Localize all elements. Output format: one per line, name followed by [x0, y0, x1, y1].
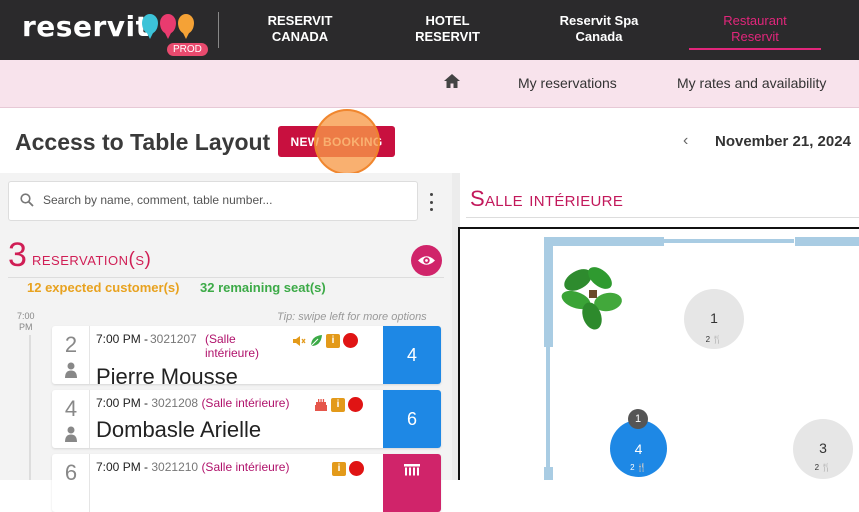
person-icon	[65, 426, 77, 442]
my-reservations-link[interactable]: My reservations	[518, 75, 617, 91]
status-red-icon	[349, 461, 364, 476]
reservation-label: reservation(s)	[32, 249, 152, 270]
wall-segment	[544, 467, 553, 480]
status-red-icon	[343, 333, 358, 348]
reservit-logo[interactable]: reservit	[22, 10, 150, 43]
wall-segment	[664, 239, 794, 243]
guest-name: Pierre Mousse	[96, 364, 238, 384]
floor-table[interactable]: 3 2 🍴	[793, 419, 853, 479]
covers-count: 4	[64, 396, 78, 421]
reservation-card[interactable]: 4 7:00 PM - 3021208 (Salle intérieure) D…	[52, 390, 441, 448]
touch-indicator	[314, 109, 380, 175]
more-options-icon[interactable]	[428, 193, 434, 211]
spa-pin-icon	[160, 14, 176, 39]
nav-item-restaurant-reservit[interactable]: Restaurant Reservit	[689, 13, 821, 50]
home-icon[interactable]	[444, 74, 460, 88]
search-placeholder: Search by name, comment, table number...	[43, 193, 273, 207]
info-icon: i	[331, 397, 345, 412]
reservation-time: 7:00 PM -	[96, 332, 149, 346]
covers-count: 6	[64, 460, 78, 485]
wall-segment	[544, 237, 664, 246]
remaining-seats: 32 remaining seat(s)	[200, 280, 326, 295]
search-icon	[20, 193, 34, 207]
expected-customers: 12 expected customer(s)	[27, 280, 180, 295]
table-assignment[interactable]: 4	[383, 326, 441, 384]
previous-date-icon[interactable]: ‹	[683, 132, 688, 150]
my-rates-link[interactable]: My rates and availability	[677, 75, 826, 91]
reservation-card[interactable]: 6 7:00 PM - 3021210 (Salle intérieure) i	[52, 454, 441, 512]
reservation-card[interactable]: 2 7:00 PM - 3021207 (Salle intérieure) P…	[52, 326, 441, 384]
wall-segment	[546, 347, 550, 467]
nav-item-hotel-reservit[interactable]: HOTEL RESERVIT	[410, 13, 485, 45]
covers-column: 4	[52, 390, 90, 448]
floor-table[interactable]: 1 2 🍴	[684, 289, 744, 349]
summary-divider	[8, 277, 444, 278]
plant-decoration-icon	[561, 267, 622, 330]
room-title-divider	[466, 217, 859, 218]
covers-count: 2	[64, 332, 78, 357]
reservation-status-icons: i	[292, 333, 358, 348]
covers-column: 2	[52, 326, 90, 384]
status-red-icon	[348, 397, 363, 412]
current-date[interactable]: November 21, 2024	[715, 133, 851, 150]
hotel-pin-icon	[142, 14, 158, 39]
reservation-summary-line: 7:00 PM - 3021208 (Salle intérieure)	[96, 396, 290, 410]
reservation-status-icons: i	[314, 397, 363, 412]
environment-badge: PROD	[167, 43, 208, 56]
leaf-icon	[310, 334, 322, 346]
covers-column: 6	[52, 454, 90, 512]
room-title: Salle intérieure	[470, 186, 624, 211]
page-title: Access to Table Layout	[15, 129, 271, 155]
time-marker: 7:00 PM	[17, 311, 35, 332]
table-occupancy-badge: 1	[628, 409, 648, 429]
timeline	[29, 335, 31, 480]
table-grid-icon	[404, 464, 420, 476]
birthday-cake-icon	[315, 398, 327, 411]
nav-divider	[218, 12, 219, 48]
table-assignment[interactable]	[383, 454, 441, 512]
info-icon: i	[326, 333, 340, 348]
table-assignment[interactable]: 6	[383, 390, 441, 448]
wall-segment	[544, 237, 553, 347]
nav-item-reservit-spa-canada[interactable]: Reservit Spa Canada	[553, 13, 645, 45]
reservation-count: 3	[8, 236, 27, 274]
reservation-status-icons: i	[332, 461, 364, 476]
reservation-summary-line: 7:00 PM - 3021210 (Salle intérieure)	[96, 460, 290, 474]
swipe-tip: Tip: swipe left for more options	[277, 311, 427, 323]
eye-icon	[418, 256, 435, 265]
guest-name: Dombasle Arielle	[96, 417, 262, 442]
logo-pin-icons	[142, 14, 194, 39]
nav-item-reservit-canada[interactable]: RESERVIT CANADA	[262, 13, 338, 45]
visibility-toggle-button[interactable]	[411, 245, 442, 276]
reservation-id: 3021207	[150, 332, 197, 346]
info-icon: i	[332, 461, 346, 476]
reservation-room: (Salle intérieure)	[205, 332, 260, 360]
restaurant-pin-icon	[178, 14, 194, 39]
person-icon	[65, 362, 77, 378]
wall-segment	[795, 237, 859, 246]
mute-icon	[293, 335, 306, 346]
